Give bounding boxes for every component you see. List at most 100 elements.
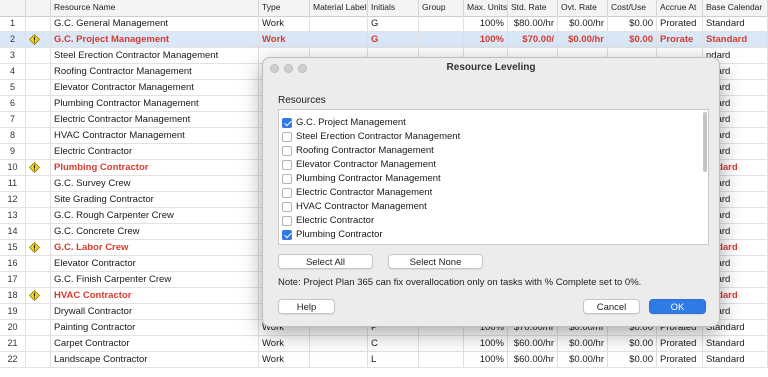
cell-std[interactable]: $60.00/hr: [508, 336, 558, 351]
cell-name[interactable]: Landscape Contractor: [51, 352, 259, 367]
resource-list-item[interactable]: Elevator Contractor Management: [279, 158, 699, 172]
cell-group[interactable]: [419, 16, 464, 31]
row-number[interactable]: 8: [0, 128, 26, 143]
unchecked-checkbox[interactable]: [282, 160, 292, 170]
cell-material[interactable]: [310, 336, 368, 351]
unchecked-checkbox[interactable]: [282, 244, 292, 245]
cell-name[interactable]: Elevator Contractor: [51, 256, 259, 271]
table-row[interactable]: 1 G.C. General Management Work G 100% $80.00/…: [0, 16, 768, 32]
row-number[interactable]: 10: [0, 160, 26, 175]
column-header-accrue-at[interactable]: Accrue At: [657, 0, 703, 16]
column-header-ovt-rate[interactable]: Ovt. Rate: [558, 0, 608, 16]
row-number[interactable]: 4: [0, 64, 26, 79]
cell-material[interactable]: [310, 352, 368, 367]
cell-type[interactable]: Work: [259, 32, 310, 47]
cell-name[interactable]: G.C. Rough Carpenter Crew: [51, 208, 259, 223]
row-number[interactable]: 14: [0, 224, 26, 239]
row-number[interactable]: 9: [0, 144, 26, 159]
cell-ovt[interactable]: $0.00/hr: [558, 32, 608, 47]
overallocation-warning-icon[interactable]: [29, 242, 40, 253]
cell-max[interactable]: 100%: [464, 352, 508, 367]
row-number[interactable]: 16: [0, 256, 26, 271]
unchecked-checkbox[interactable]: [282, 174, 292, 184]
cell-max[interactable]: 100%: [464, 336, 508, 351]
checked-checkbox[interactable]: [282, 118, 292, 128]
cell-std[interactable]: $60.00/hr: [508, 352, 558, 367]
row-number[interactable]: 21: [0, 336, 26, 351]
cell-cal[interactable]: Standard: [703, 352, 768, 367]
cell-name[interactable]: G.C. Finish Carpenter Crew: [51, 272, 259, 287]
resources-list[interactable]: G.C. Project Management Steel Erection Co…: [278, 109, 709, 245]
column-header-group[interactable]: Group: [419, 0, 464, 16]
resource-list-item[interactable]: Electric Contractor: [279, 214, 699, 228]
resource-list-item[interactable]: HVAC Contractor Management: [279, 200, 699, 214]
cell-name[interactable]: Steel Erection Contractor Management: [51, 48, 259, 63]
cell-ovt[interactable]: $0.00/hr: [558, 352, 608, 367]
table-row[interactable]: 21 Carpet Contractor Work C 100% $60.00/hr $0.…: [0, 336, 768, 352]
cell-cost[interactable]: $0.00: [608, 352, 657, 367]
cell-accrue[interactable]: Prorated: [657, 16, 703, 31]
cell-name[interactable]: Electric Contractor Management: [51, 112, 259, 127]
cell-accrue[interactable]: Prorated: [657, 336, 703, 351]
checked-checkbox[interactable]: [282, 230, 292, 240]
cell-accrue[interactable]: Prorated: [657, 352, 703, 367]
cancel-button[interactable]: Cancel: [583, 299, 640, 314]
cell-initials[interactable]: L: [368, 352, 419, 367]
table-row[interactable]: 22 Landscape Contractor Work L 100% $60.00/hr…: [0, 352, 768, 368]
unchecked-checkbox[interactable]: [282, 132, 292, 142]
cell-name[interactable]: Roofing Contractor Management: [51, 64, 259, 79]
resource-list-item[interactable]: Plumbing Contractor: [279, 228, 699, 242]
table-row[interactable]: 2 G.C. Project Management Work G 100% $70.00/…: [0, 32, 768, 48]
row-number[interactable]: 20: [0, 320, 26, 335]
row-number[interactable]: 5: [0, 80, 26, 95]
cell-name[interactable]: Electric Contractor: [51, 144, 259, 159]
cell-group[interactable]: [419, 32, 464, 47]
cell-material[interactable]: [310, 32, 368, 47]
row-number[interactable]: 13: [0, 208, 26, 223]
cell-type[interactable]: Work: [259, 16, 310, 31]
cell-std[interactable]: $80.00/hr: [508, 16, 558, 31]
help-button[interactable]: Help: [278, 299, 335, 314]
cell-max[interactable]: 100%: [464, 16, 508, 31]
overallocation-warning-icon[interactable]: [29, 34, 40, 45]
cell-max[interactable]: 100%: [464, 32, 508, 47]
cell-name[interactable]: G.C. Project Management: [51, 32, 259, 47]
cell-name[interactable]: G.C. Labor Crew: [51, 240, 259, 255]
row-number[interactable]: 18: [0, 288, 26, 303]
column-header-initials[interactable]: Initials: [368, 0, 419, 16]
row-number[interactable]: 17: [0, 272, 26, 287]
cell-initials[interactable]: G: [368, 32, 419, 47]
column-header-max-units[interactable]: Max. Units: [464, 0, 508, 16]
cell-cost[interactable]: $0.00: [608, 32, 657, 47]
ok-button[interactable]: OK: [649, 299, 706, 314]
resource-list-item[interactable]: Plumbing Contractor Management: [279, 172, 699, 186]
unchecked-checkbox[interactable]: [282, 202, 292, 212]
column-header-material-label[interactable]: Material Label: [310, 0, 368, 16]
cell-cal[interactable]: Standard: [703, 16, 768, 31]
cell-name[interactable]: G.C. General Management: [51, 16, 259, 31]
column-header-resource-name[interactable]: Resource Name: [51, 0, 259, 16]
unchecked-checkbox[interactable]: [282, 146, 292, 156]
cell-name[interactable]: Painting Contractor: [51, 320, 259, 335]
cell-accrue[interactable]: Prorate: [657, 32, 703, 47]
cell-cal[interactable]: Standard: [703, 336, 768, 351]
cell-name[interactable]: G.C. Concrete Crew: [51, 224, 259, 239]
row-number[interactable]: 6: [0, 96, 26, 111]
row-number[interactable]: 12: [0, 192, 26, 207]
cell-name[interactable]: Plumbing Contractor Management: [51, 96, 259, 111]
unchecked-checkbox[interactable]: [282, 188, 292, 198]
resource-list-item[interactable]: G.C. Survey Crew: [279, 242, 699, 245]
cell-std[interactable]: $70.00/: [508, 32, 558, 47]
row-number[interactable]: 1: [0, 16, 26, 31]
cell-material[interactable]: [310, 16, 368, 31]
cell-name[interactable]: HVAC Contractor: [51, 288, 259, 303]
list-scrollbar[interactable]: [703, 112, 707, 172]
row-number[interactable]: 15: [0, 240, 26, 255]
cell-group[interactable]: [419, 336, 464, 351]
cell-cost[interactable]: $0.00: [608, 336, 657, 351]
cell-ovt[interactable]: $0.00/hr: [558, 16, 608, 31]
cell-cal[interactable]: Standard: [703, 32, 768, 47]
column-header-cost-use[interactable]: Cost/Use: [608, 0, 657, 16]
cell-initials[interactable]: C: [368, 336, 419, 351]
overallocation-warning-icon[interactable]: [29, 162, 40, 173]
